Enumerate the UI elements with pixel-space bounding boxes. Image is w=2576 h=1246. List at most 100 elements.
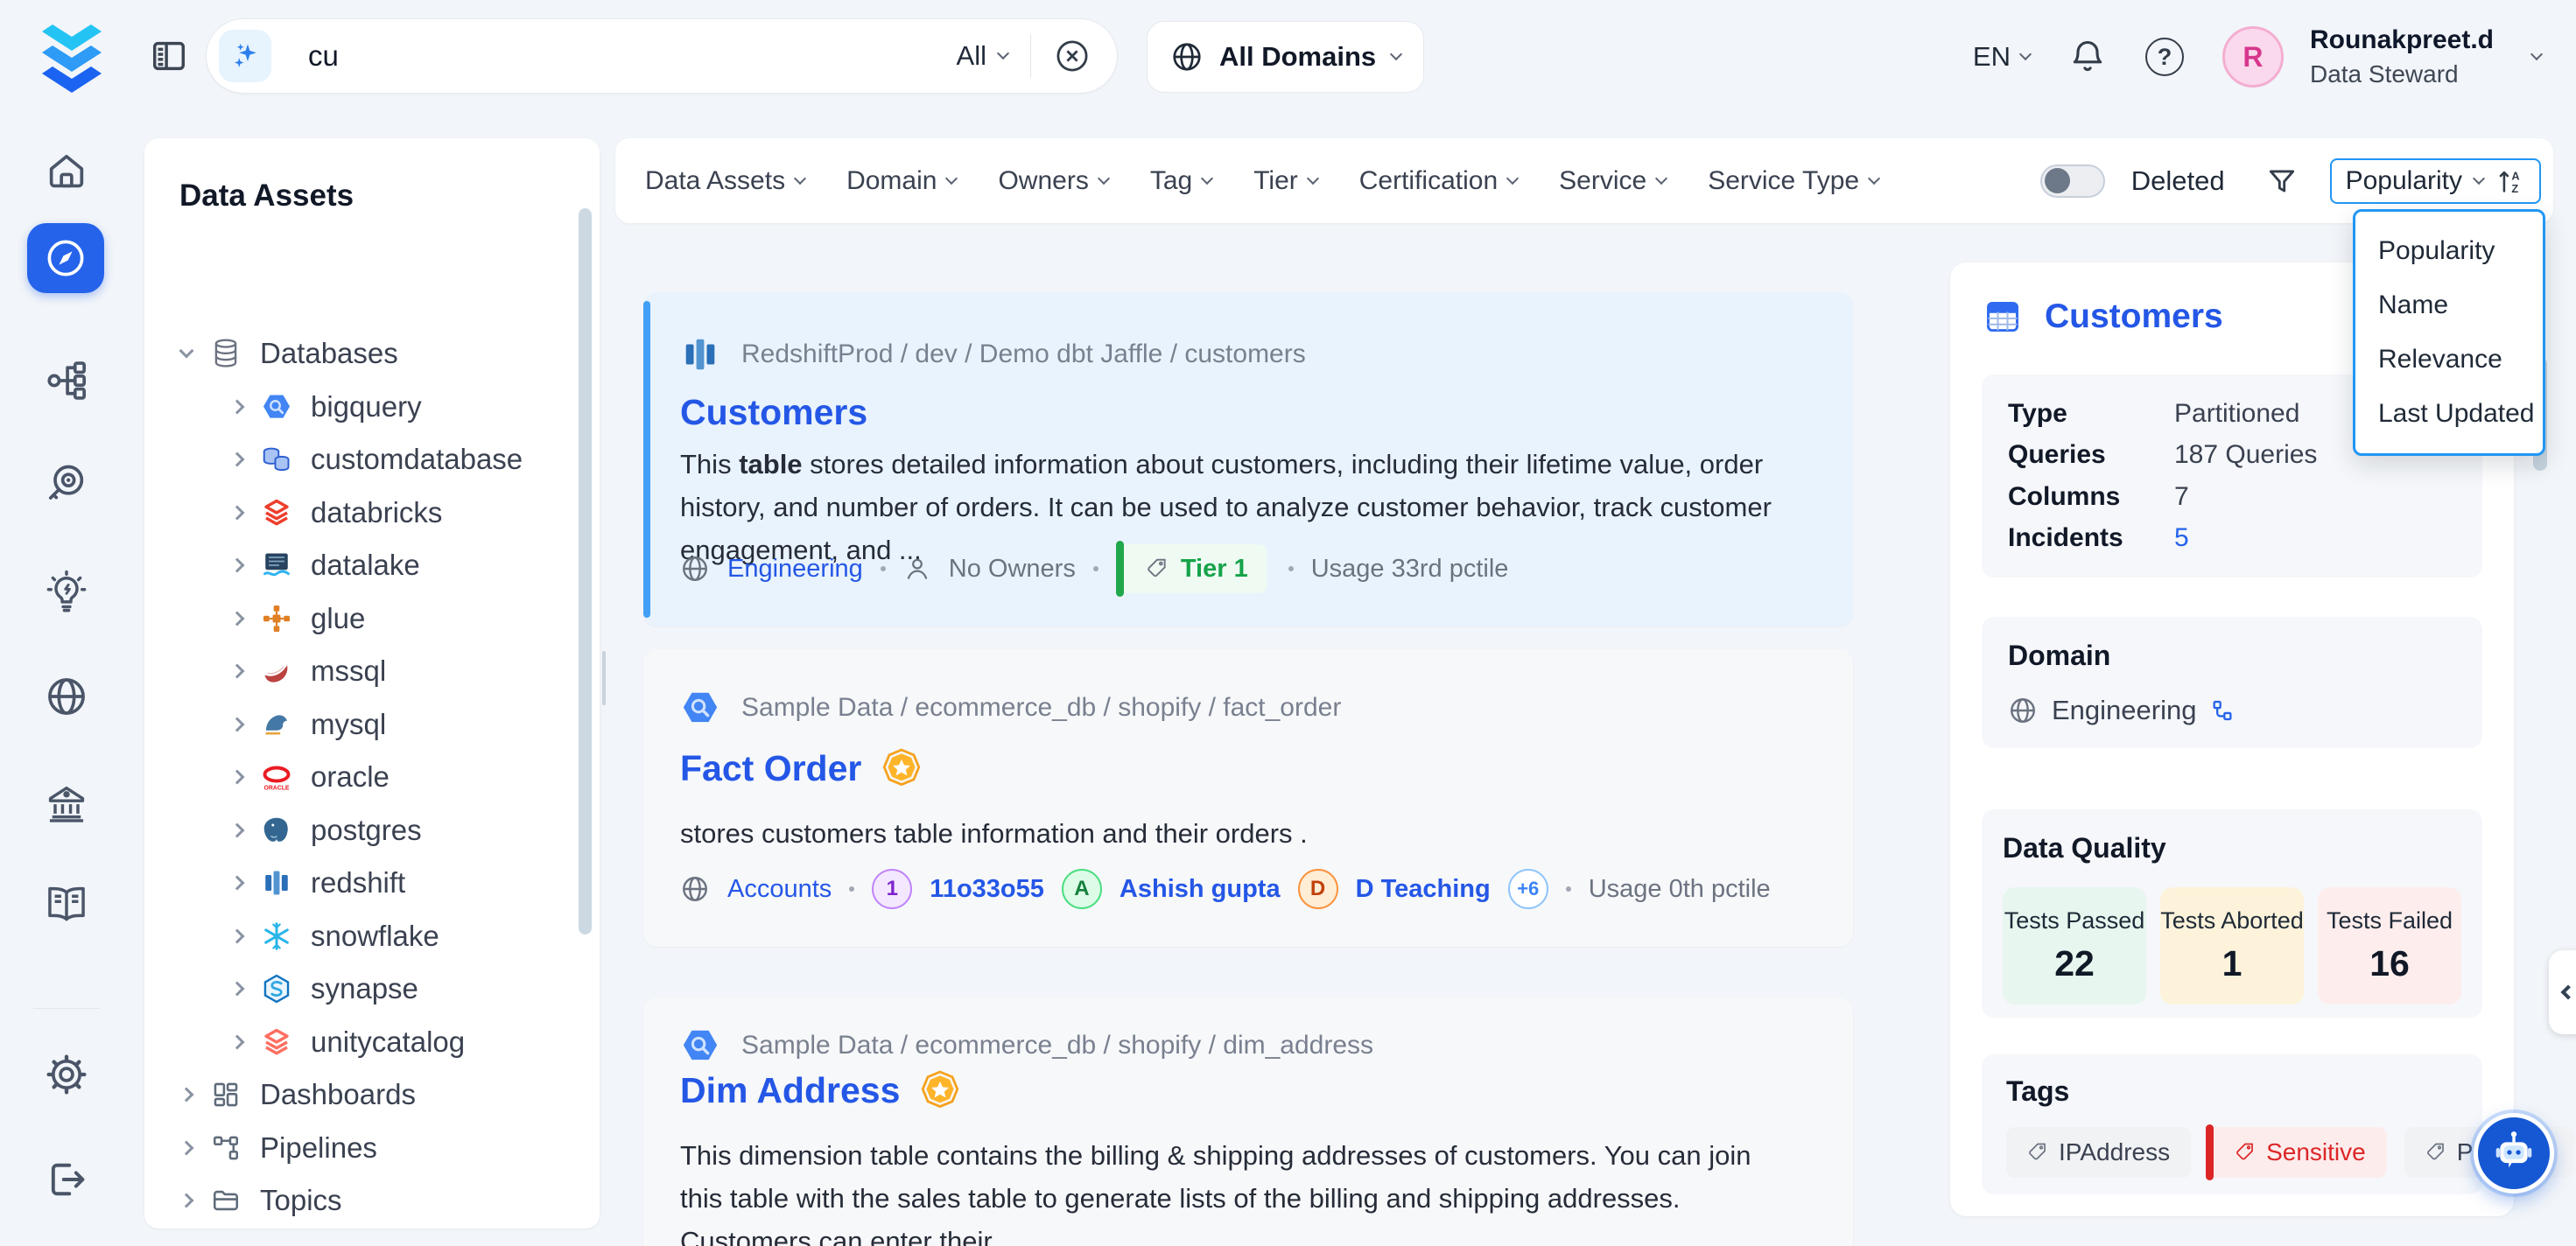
filter-owners[interactable]: Owners xyxy=(998,166,1107,196)
nav-glossary-icon[interactable] xyxy=(44,882,89,928)
tree-node-synapse[interactable]: synapse xyxy=(144,962,600,1016)
chevron-right-icon xyxy=(179,1088,194,1102)
asset-title-link[interactable]: Dim Address xyxy=(680,1069,961,1111)
nav-logout-icon[interactable] xyxy=(44,1157,89,1202)
filter-tier[interactable]: Tier xyxy=(1253,166,1317,196)
hierarchy-link-icon[interactable] xyxy=(2210,698,2235,723)
tree-node-topics[interactable]: Topics xyxy=(144,1174,600,1228)
result-card-dim-address[interactable]: Sample Data / ecommerce_db / shopify / d… xyxy=(643,998,1853,1246)
tree-node-label: databricks xyxy=(311,496,442,529)
nav-governance-icon[interactable] xyxy=(44,780,89,826)
tier-badge[interactable]: Tier 1 xyxy=(1120,544,1267,593)
asset-title: Fact Order xyxy=(680,748,861,789)
tree-node-label: snowflake xyxy=(311,920,439,953)
nav-settings-gear-icon[interactable] xyxy=(44,1052,89,1097)
globe-icon xyxy=(680,874,710,904)
tree-node-customdatabase[interactable]: customdatabase xyxy=(144,433,600,486)
filter-domain[interactable]: Domain xyxy=(846,166,956,196)
more-owners-badge[interactable]: +6 xyxy=(1508,869,1548,909)
search-input[interactable]: cu xyxy=(308,39,957,73)
filter-label: Service Type xyxy=(1708,166,1859,196)
domain-link[interactable]: Accounts xyxy=(727,875,832,904)
asset-title-link[interactable]: Customers xyxy=(680,392,867,433)
app-logo-icon[interactable] xyxy=(35,12,109,96)
tree-node-unitycatalog[interactable]: unitycatalog xyxy=(144,1016,600,1069)
chevron-down-icon xyxy=(2019,48,2032,60)
tree-node-snowflake[interactable]: snowflake xyxy=(144,910,600,963)
chevron-down-icon xyxy=(1655,172,1667,184)
sort-option-popularity[interactable]: Popularity xyxy=(2355,224,2543,278)
tree-node-mssql[interactable]: mssql xyxy=(144,645,600,698)
tag-chip-sensitive[interactable]: Sensitive xyxy=(2208,1127,2387,1178)
result-card-customers[interactable]: RedshiftProd / dev / Demo dbt Jaffle / c… xyxy=(643,292,1853,626)
ai-sparkle-icon[interactable] xyxy=(219,30,271,82)
notifications-bell-icon[interactable] xyxy=(2068,38,2107,76)
filter-funnel-icon[interactable] xyxy=(2265,164,2299,198)
tests-passed-stat[interactable]: Tests Passed 22 xyxy=(2003,887,2146,1004)
filter-service-type[interactable]: Service Type xyxy=(1708,166,1878,196)
edge-collapse-button[interactable] xyxy=(2549,950,2576,1034)
user-menu[interactable]: Rounakpreet.d Data Steward xyxy=(2310,25,2494,88)
domain-link[interactable]: Engineering xyxy=(2052,695,2196,726)
user-avatar[interactable]: R xyxy=(2222,26,2284,88)
nav-lineage-icon[interactable] xyxy=(44,358,89,403)
chevron-down-icon xyxy=(997,47,1009,60)
tree-node-databases[interactable]: Databases xyxy=(144,327,600,381)
tree-node-pipelines[interactable]: Pipelines xyxy=(144,1122,600,1175)
owner-avatar[interactable]: A xyxy=(1062,869,1102,909)
tree-node-databricks[interactable]: databricks xyxy=(144,486,600,540)
deleted-label: Deleted xyxy=(2131,165,2225,197)
tests-failed-stat[interactable]: Tests Failed 16 xyxy=(2318,887,2461,1004)
sort-option-name[interactable]: Name xyxy=(2355,278,2543,332)
panel-title-link[interactable]: Customers xyxy=(1983,298,2223,336)
nav-home-icon[interactable] xyxy=(44,147,89,192)
nav-domains-icon[interactable] xyxy=(44,674,89,719)
all-domains-button[interactable]: All Domains xyxy=(1147,21,1424,93)
tree-node-oracle[interactable]: ORACLE oracle xyxy=(144,751,600,804)
help-icon[interactable]: ? xyxy=(2145,38,2184,76)
tree-node-label: Dashboards xyxy=(260,1078,416,1111)
domain-link[interactable]: Engineering xyxy=(727,555,863,584)
chatbot-fab[interactable] xyxy=(2474,1113,2554,1194)
sort-dropdown-button[interactable]: Popularity A Z xyxy=(2330,158,2541,204)
filter-data-assets[interactable]: Data Assets xyxy=(645,166,804,196)
tree-scrollbar[interactable] xyxy=(579,208,592,934)
deleted-toggle[interactable] xyxy=(2040,164,2105,198)
tree-node-postgres[interactable]: postgres xyxy=(144,804,600,858)
nav-observability-icon[interactable] xyxy=(44,461,89,507)
owner-link[interactable]: Ashish gupta xyxy=(1120,875,1281,904)
language-selector[interactable]: EN xyxy=(1973,41,2030,73)
tag-chip-ipaddress[interactable]: IPAddress xyxy=(2006,1127,2191,1178)
tree-node-ml-models[interactable]: ML Models xyxy=(144,1228,600,1229)
tree-node-dashboards[interactable]: Dashboards xyxy=(144,1068,600,1122)
sidebar-collapse-icon[interactable] xyxy=(149,35,191,77)
owner-link[interactable]: 11o33o55 xyxy=(930,875,1044,904)
chevron-right-icon xyxy=(230,611,245,626)
tree-node-datalake[interactable]: datalake xyxy=(144,539,600,592)
filter-tag[interactable]: Tag xyxy=(1150,166,1211,196)
filter-service[interactable]: Service xyxy=(1559,166,1666,196)
chevron-down-icon xyxy=(179,344,194,359)
sort-option-last-updated[interactable]: Last Updated xyxy=(2355,387,2543,441)
asset-title-link[interactable]: Fact Order xyxy=(680,747,923,789)
tree-node-mysql[interactable]: mysql xyxy=(144,698,600,752)
owner-avatar[interactable]: D xyxy=(1298,869,1338,909)
incidents-count-link[interactable]: 5 xyxy=(2174,523,2189,553)
panel-resize-handle[interactable] xyxy=(602,651,606,705)
tree-node-glue[interactable]: glue xyxy=(144,592,600,646)
owner-avatar[interactable]: 1 xyxy=(872,869,912,909)
bigquery-icon xyxy=(260,390,293,424)
sort-option-relevance[interactable]: Relevance xyxy=(2355,332,2543,387)
owner-link[interactable]: D Teaching xyxy=(1356,875,1491,904)
nav-explore-icon[interactable] xyxy=(27,223,104,293)
tree-node-label: redshift xyxy=(311,866,405,900)
search-scope-dropdown[interactable]: All xyxy=(957,40,1007,72)
nav-insights-icon[interactable] xyxy=(44,570,89,615)
filter-certification[interactable]: Certification xyxy=(1359,166,1517,196)
search-clear-icon[interactable] xyxy=(1054,38,1091,74)
global-search-bar[interactable]: cu All xyxy=(206,18,1118,94)
tree-node-bigquery[interactable]: bigquery xyxy=(144,381,600,434)
tests-aborted-stat[interactable]: Tests Aborted 1 xyxy=(2160,887,2304,1004)
tree-node-redshift[interactable]: redshift xyxy=(144,857,600,910)
result-card-fact-order[interactable]: Sample Data / ecommerce_db / shopify / f… xyxy=(643,649,1853,947)
